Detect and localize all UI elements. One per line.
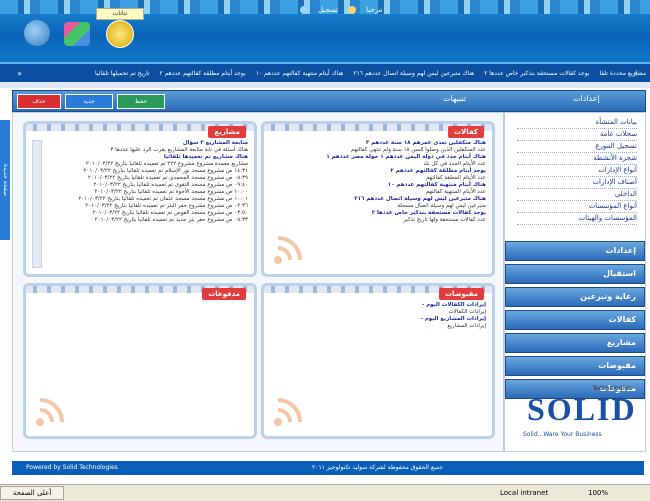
nav-item[interactable]: مقبوضات [505, 356, 645, 376]
badge-tooltip: تنانات [96, 8, 144, 20]
kafalat-line: عدد كفالات مستحقة ولها تاريخ تذكير [403, 217, 486, 223]
ticker-item[interactable]: يوجد أيتام مطلقة كفالتهم عددهم ٢ [160, 70, 246, 77]
kafalat-line: عدد الأيتام الجدد في كل بلد [423, 161, 486, 167]
mashari-line: ١٤:٣١ ص مشروع مسجد نور الإسلام تم تعميده… [83, 168, 248, 174]
user-icon [348, 6, 357, 14]
kafalat-line: متبرعين ليس لهم وسيلة اتصال مسجلة [397, 203, 486, 209]
brand-word: SOLID [527, 391, 637, 427]
alerts-area: مشاريع متابعة المشاريع ٣ سؤال هناك أسئلة … [12, 112, 504, 452]
maqbudat-line: إيرادات المشاريع [447, 323, 486, 329]
sidebar-link[interactable]: أنواع الإدارات [517, 165, 637, 177]
nav-item[interactable]: استقبال [505, 264, 645, 284]
nav-item[interactable]: رعاية وتبرعين [505, 287, 645, 307]
sidebar-link[interactable]: تسجيل المورع [517, 141, 637, 153]
kafalat-line[interactable]: هناك أيتام جدد في دولة اليمن عددهم ١ حول… [270, 154, 486, 161]
kafalat-line: عدد الأيتام المعلقة كفالتهم [426, 175, 486, 181]
sidebar: بيانات المنشأة سجلات عامة تسجيل المورع شجرة… [504, 112, 646, 452]
nav-item[interactable]: كفالات [505, 310, 645, 330]
settings-links: بيانات المنشأة سجلات عامة تسجيل المورع شجرة… [517, 117, 637, 225]
settings-title: إعدادات [573, 94, 600, 103]
maqbudat-line[interactable]: إيرادات الكفالات اليوم - [270, 302, 486, 309]
kafalat-line[interactable]: هناك أيتام منتهية كفالتهم عددهم ١٠ [270, 182, 486, 189]
kafalat-line[interactable]: يوجد كفالات مستحقة بتذكير خاص عددها ٢ [270, 210, 486, 217]
maqbudat-line[interactable]: إيرادات المشاريع اليوم - [270, 316, 486, 323]
footer-copyright: جميع الحقوق محفوظة لشركة سوليد تكنولوجيز… [312, 464, 444, 471]
kafalat-line[interactable]: هناك متكفلين تعدى عمرهم ١٨ سنة عددهم ٣ [270, 140, 486, 147]
zoom-indicator[interactable]: 100% [588, 485, 608, 501]
sponsorships-panel-title: كفالات [448, 126, 484, 138]
ticker-item[interactable]: هناك متبرعين ليس لهم وسيلة اتصال عددهم ٢… [353, 70, 474, 77]
browser-statusbar: أعلى الصفحة Local intranet 100% [0, 484, 650, 501]
projects-panel-body: متابعة المشاريع ٣ سؤال هناك أسئلة في تابة… [32, 140, 248, 268]
news-ticker[interactable]: » مشاريع محددة تلقا يوجد كفالات مستحقة ب… [0, 62, 650, 84]
mashari-line: ٠٣:٥٠ ص مشروع مسجد القوس تم تعميده تلقائ… [92, 210, 248, 216]
mashari-line: ٠٢:٣٦ ص مشروع مشروع حفر البئر تم تعميده … [85, 203, 248, 209]
ticker-item[interactable]: هناك أيتام منتهية كفالتهم عددهم ١٠ [256, 70, 344, 77]
delete-button[interactable]: حذف [17, 94, 61, 109]
mashari-line: ٠٥:٣٩ ص مشروع مسجد المحمدي تم تعميده تلق… [87, 175, 248, 181]
projects-panel-title: مشاريع [208, 126, 246, 138]
ticker-item[interactable]: تاريخ تم تحميلها تلقائيا [95, 70, 150, 77]
maqbudat-line: إيرادات الكفالات [448, 309, 486, 315]
kafalat-line: عدد المتكفلين الذين وصلوا السن ١٨ سنة ول… [350, 147, 486, 153]
main-nav: إعدادات استقبال رعاية وتبرعين كفالات مشاريع م… [505, 241, 645, 402]
mashari-line: ٠٩:٤٠ ص مشروع مسجد التقوى تم تعميده تلقا… [93, 182, 248, 188]
sidebar-link[interactable]: الداخلي [517, 189, 637, 201]
sponsorships-panel: كفالات هناك متكفلين تعدى عمرهم ١٨ سنة عد… [261, 121, 495, 277]
gears-icon[interactable] [24, 20, 50, 46]
mashari-line: هناك أسئلة في تابة متابعة المشاريع يقرب … [110, 147, 248, 153]
payments-panel-body [32, 302, 248, 430]
kafalat-line: عدد الأيتام المنتهية كفالتهم [425, 189, 486, 195]
new-page-tab[interactable]: صفحة جديدة [0, 120, 10, 240]
sidebar-link[interactable]: شجرة الأنشطة [517, 153, 637, 165]
footer: Powered by Solid Technologies جميع الحقو… [12, 461, 644, 475]
power-icon[interactable] [300, 6, 308, 14]
receipts-panel-title: مقبوضات [438, 288, 484, 300]
brand-tagline: Solid...Ware Your Business [523, 431, 602, 438]
ticker-item[interactable]: مشاريع محددة تلقا [599, 70, 646, 77]
ticker-next-icon[interactable]: » [10, 64, 22, 84]
mashari-line[interactable]: هناك مشاريع تم تعميدها تلقائيا [32, 154, 248, 161]
top-banner: تنانات تسجيل مرحبا [0, 0, 650, 62]
welcome-area: تسجيل مرحبا [300, 6, 382, 14]
nav-item[interactable]: مشاريع [505, 333, 645, 353]
mashari-line: ١٠:٠٠ ص مشروع مسجد الأخوة تم تعميده تلقا… [94, 189, 248, 195]
mashari-line[interactable]: متابعة المشاريع ٣ سؤال [32, 140, 248, 147]
sidebar-link[interactable]: أنواع المؤسسات [517, 201, 637, 213]
nav-item[interactable]: إعدادات [505, 241, 645, 261]
ticker-prev-icon[interactable]: « [626, 64, 638, 84]
payments-panel-title: مدفوعات [202, 288, 246, 300]
sidebar-link[interactable]: المؤسسات والهيئات [517, 213, 637, 225]
mashari-line: ٠٥:٣٣ ص مشروع حفر بئر جديد تم تعميده تلق… [94, 217, 248, 223]
sidebar-link[interactable]: سجلات عامة [517, 129, 637, 141]
sponsorships-panel-body: هناك متكفلين تعدى عمرهم ١٨ سنة عددهم ٣ عد… [270, 140, 486, 268]
charity-logo-icon[interactable] [106, 20, 134, 48]
payments-panel: مدفوعات [23, 283, 257, 439]
zone-indicator: Local intranet [500, 489, 549, 497]
projects-panel: مشاريع متابعة المشاريع ٣ سؤال هناك أسئلة … [23, 121, 257, 277]
receipts-panel: مقبوضات إيرادات الكفالات اليوم - إيرادات … [261, 283, 495, 439]
receipts-panel-body: إيرادات الكفالات اليوم - إيرادات الكفالات… [270, 302, 486, 430]
sidebar-link[interactable]: أصناف الإدارات [517, 177, 637, 189]
toolbar: حذف جديد حفظ تنبيهات إعدادات [12, 90, 646, 112]
mashari-line: مشاريع معمدة مشروع مشروع ٢٢٢ تم تعميده ت… [85, 161, 248, 167]
spacer [0, 82, 650, 88]
puzzle-icon[interactable] [64, 22, 90, 46]
save-button[interactable]: حفظ [117, 94, 165, 109]
mashari-line: ١٠:٠١ ص مشروع مسجد مسجد عثمان تم تعميده … [78, 196, 248, 202]
solid-logo: Technologies SOLID Solid...Ware Your Bus… [519, 385, 635, 443]
login-link[interactable]: تسجيل [318, 6, 338, 14]
page-top-tab[interactable]: أعلى الصفحة [0, 486, 64, 500]
kafalat-line[interactable]: يوجد أيتام مطلقة كفالتهم عددهم ٢ [270, 168, 486, 175]
alerts-title: تنبيهات [443, 94, 467, 103]
ticker-item[interactable]: يوجد كفالات مستحقة بتذكير خاص عددها ٢ [484, 70, 589, 77]
sidebar-link[interactable]: بيانات المنشأة [517, 117, 637, 129]
welcome-text: مرحبا [366, 6, 383, 14]
new-button[interactable]: جديد [65, 94, 113, 109]
footer-powered: Powered by Solid Technologies [26, 464, 118, 471]
kafalat-line[interactable]: هناك متبرعين ليس لهم وسيلة اتصال عددهم ٢… [270, 196, 486, 203]
